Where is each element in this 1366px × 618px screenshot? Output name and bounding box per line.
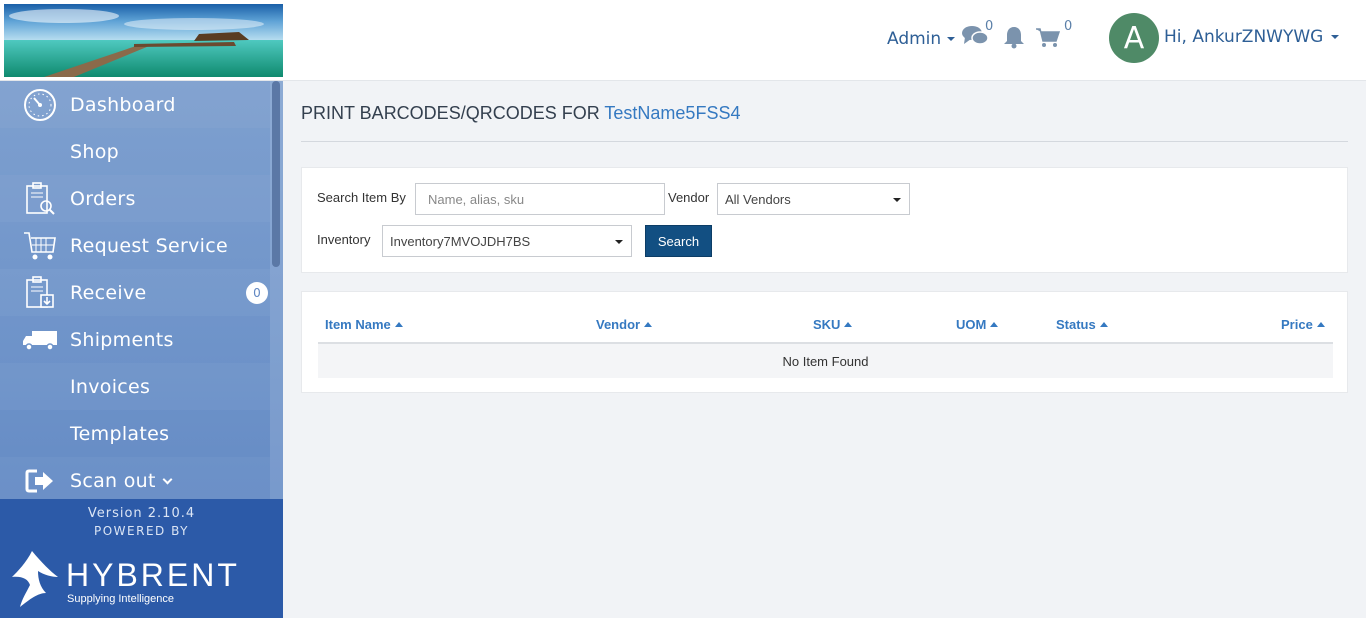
- powered-by-text: POWERED BY: [93, 524, 189, 538]
- results-panel: Item Name Vendor SKU UOM Status Price No…: [301, 291, 1348, 393]
- sort-asc-icon: [394, 322, 403, 327]
- request-service-icon: [22, 228, 58, 264]
- sidebar-item-dashboard[interactable]: Dashboard: [0, 81, 270, 128]
- brand-tagline: Supplying Intelligence: [67, 593, 175, 605]
- dropdown-arrow-icon: [893, 198, 901, 202]
- sidebar-item-label: Request Service: [70, 234, 228, 257]
- messages-count: 0: [985, 19, 994, 34]
- hybrent-bird-icon: [12, 551, 58, 607]
- vendor-select[interactable]: All Vendors: [717, 183, 910, 215]
- title-divider: [301, 141, 1348, 142]
- user-greeting: Hi, AnkurZNWYWG: [1164, 27, 1324, 47]
- scan-out-icon: [22, 463, 58, 499]
- page-title: PRINT BARCODES/QRCODES FOR TestName5FSS4: [301, 103, 740, 124]
- avatar[interactable]: A: [1109, 13, 1159, 63]
- hybrent-logo: HYBRENT Supplying Intelligence: [12, 549, 272, 611]
- admin-label: Admin: [887, 29, 942, 49]
- receive-count-badge: 0: [246, 281, 268, 304]
- column-header-uom[interactable]: UOM: [956, 317, 999, 332]
- vendor-label: Vendor: [668, 190, 710, 205]
- search-panel: Search Item By Name, alias, sku Vendor A…: [301, 167, 1348, 273]
- chevron-down-icon: [162, 474, 173, 484]
- sort-asc-icon: [644, 322, 653, 327]
- sort-asc-icon: [1099, 322, 1108, 327]
- search-button[interactable]: Search: [645, 225, 712, 257]
- inventory-label: Inventory: [317, 232, 371, 247]
- sidebar-item-orders[interactable]: Orders: [0, 175, 270, 222]
- sidebar-item-shop[interactable]: Shop: [0, 128, 270, 175]
- user-menu[interactable]: Hi, AnkurZNWYWG: [1164, 27, 1340, 47]
- bell-icon[interactable]: [1003, 25, 1025, 53]
- column-header-sku[interactable]: SKU: [813, 317, 853, 332]
- sidebar-item-shipments[interactable]: Shipments: [0, 316, 270, 363]
- dropdown-arrow-icon: [615, 240, 623, 244]
- brand-name: HYBRENT: [66, 557, 240, 593]
- caret-down-icon: [1331, 35, 1340, 39]
- dashboard-icon: [22, 87, 58, 123]
- sidebar-item-scan-out[interactable]: Scan out: [0, 457, 270, 504]
- sidebar-scroll-thumb[interactable]: [272, 81, 280, 267]
- search-by-label: Search Item By: [317, 190, 406, 205]
- sort-asc-icon: [1316, 322, 1325, 327]
- sidebar-item-label: Dashboard: [70, 93, 176, 116]
- cart-icon[interactable]: [1036, 28, 1061, 52]
- receive-icon: [22, 275, 58, 311]
- sidebar-item-label: Invoices: [70, 375, 151, 398]
- inventory-selected: Inventory7MVOJDH7BS: [390, 233, 531, 249]
- sort-asc-icon: [844, 322, 853, 327]
- sidebar-item-label: Shipments: [70, 328, 174, 351]
- page-title-prefix: PRINT BARCODES/QRCODES FOR: [301, 103, 600, 123]
- cart-count: 0: [1064, 19, 1073, 34]
- admin-menu[interactable]: Admin: [887, 29, 956, 49]
- sidebar-item-label: Scan out: [70, 470, 173, 492]
- version-text: Version 2.10.4: [87, 506, 196, 521]
- column-header-price[interactable]: Price: [1281, 317, 1325, 332]
- column-header-item-name[interactable]: Item Name: [325, 317, 403, 332]
- column-header-vendor[interactable]: Vendor: [596, 317, 653, 332]
- sidebar-footer: Version 2.10.4 POWERED BY HYBRENT Supply…: [0, 499, 283, 618]
- column-header-status[interactable]: Status: [1056, 317, 1108, 332]
- empty-table-message: No Item Found: [318, 344, 1333, 378]
- inventory-select[interactable]: Inventory7MVOJDH7BS: [382, 225, 632, 257]
- sidebar-item-request-service[interactable]: Request Service: [0, 222, 270, 269]
- banner-image: [4, 4, 283, 77]
- search-input[interactable]: Name, alias, sku: [415, 183, 665, 215]
- top-header: Admin 0 0 A Hi, AnkurZNWYWG: [0, 0, 1366, 81]
- orders-icon: [22, 181, 58, 217]
- sidebar-item-invoices[interactable]: Invoices: [0, 363, 270, 410]
- sidebar: Dashboard Shop Orders Request Service Re…: [0, 81, 283, 618]
- vendor-selected: All Vendors: [725, 191, 791, 207]
- truck-icon: [22, 322, 58, 358]
- sidebar-item-templates[interactable]: Templates: [0, 410, 270, 457]
- page-title-accent: TestName5FSS4: [604, 103, 741, 123]
- sidebar-item-label: Shop: [70, 140, 119, 163]
- sort-asc-icon: [990, 322, 999, 327]
- caret-down-icon: [947, 37, 956, 41]
- sidebar-item-label: Receive: [70, 281, 147, 304]
- sidebar-item-receive[interactable]: Receive 0: [0, 269, 270, 316]
- sidebar-item-label: Orders: [70, 187, 136, 210]
- sidebar-item-label: Templates: [70, 422, 170, 445]
